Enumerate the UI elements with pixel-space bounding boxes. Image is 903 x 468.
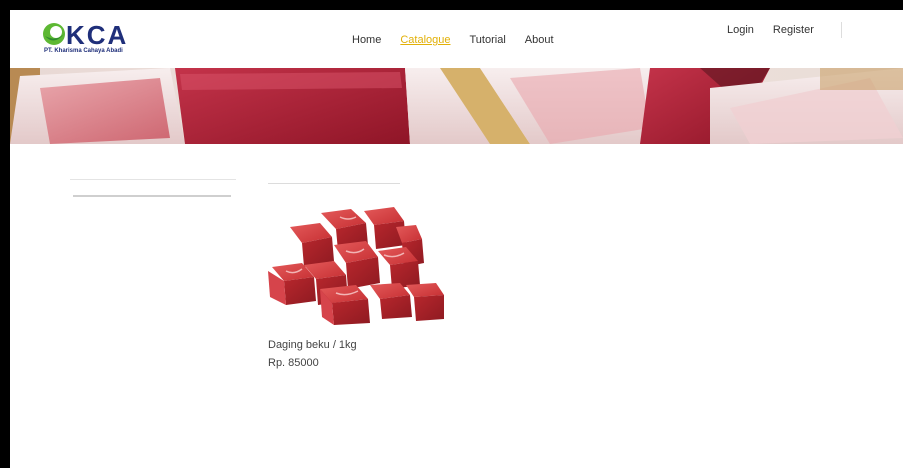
product-price: Rp. 85000 xyxy=(268,357,319,369)
nav-catalogue[interactable]: Catalogue xyxy=(400,34,450,46)
login-link[interactable]: Login xyxy=(727,24,754,36)
company-logo[interactable]: KCA PT. Kharisma Cahaya Abadi xyxy=(42,20,154,60)
hero-banner xyxy=(10,68,903,144)
logo-subtitle: PT. Kharisma Cahaya Abadi xyxy=(44,48,123,54)
frozen-meat-banner-image xyxy=(10,68,903,144)
nav-home[interactable]: Home xyxy=(352,34,381,46)
product-name[interactable]: Daging beku / 1kg xyxy=(268,339,357,351)
frozen-meat-cubes-image xyxy=(268,207,444,325)
top-navbar: KCA PT. Kharisma Cahaya Abadi Home Catal… xyxy=(10,10,903,68)
logo-text: KCA xyxy=(66,20,129,50)
auth-links: Login Register xyxy=(727,24,814,36)
nav-about[interactable]: About xyxy=(525,34,554,46)
sidebar-divider-top xyxy=(70,179,236,180)
product-card[interactable]: Daging beku / 1kg Rp. 85000 xyxy=(266,205,448,369)
nav-divider xyxy=(841,22,842,38)
register-link[interactable]: Register xyxy=(773,24,814,36)
nav-tutorial[interactable]: Tutorial xyxy=(470,34,506,46)
sidebar-divider-bottom xyxy=(73,195,231,197)
content-divider xyxy=(268,183,400,184)
logo-mark-icon xyxy=(43,23,65,45)
main-navigation: Home Catalogue Tutorial About xyxy=(352,34,554,46)
